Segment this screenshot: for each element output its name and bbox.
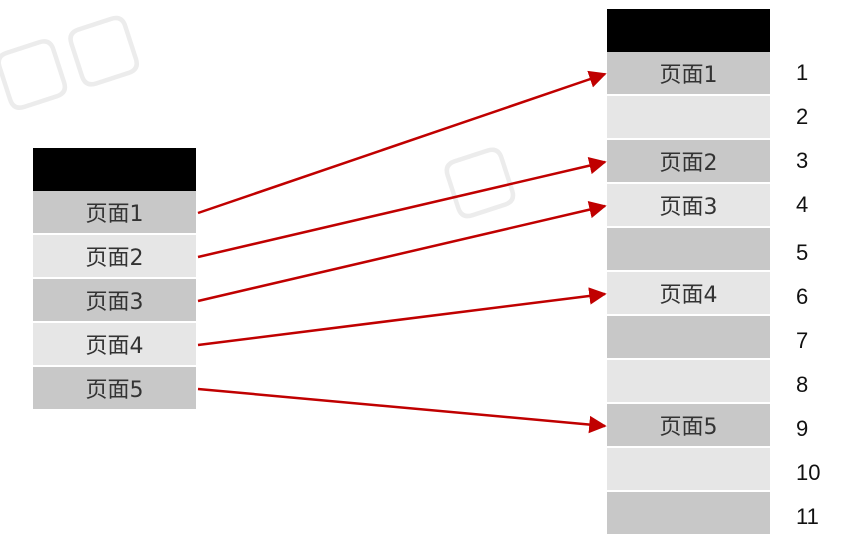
mapping-arrow bbox=[197, 387, 607, 434]
mapping-arrow bbox=[197, 287, 607, 347]
mapping-arrows bbox=[197, 70, 607, 434]
mapping-arrow bbox=[197, 70, 607, 215]
mapping-arrow bbox=[197, 201, 607, 303]
mapping-arrow bbox=[197, 157, 607, 259]
